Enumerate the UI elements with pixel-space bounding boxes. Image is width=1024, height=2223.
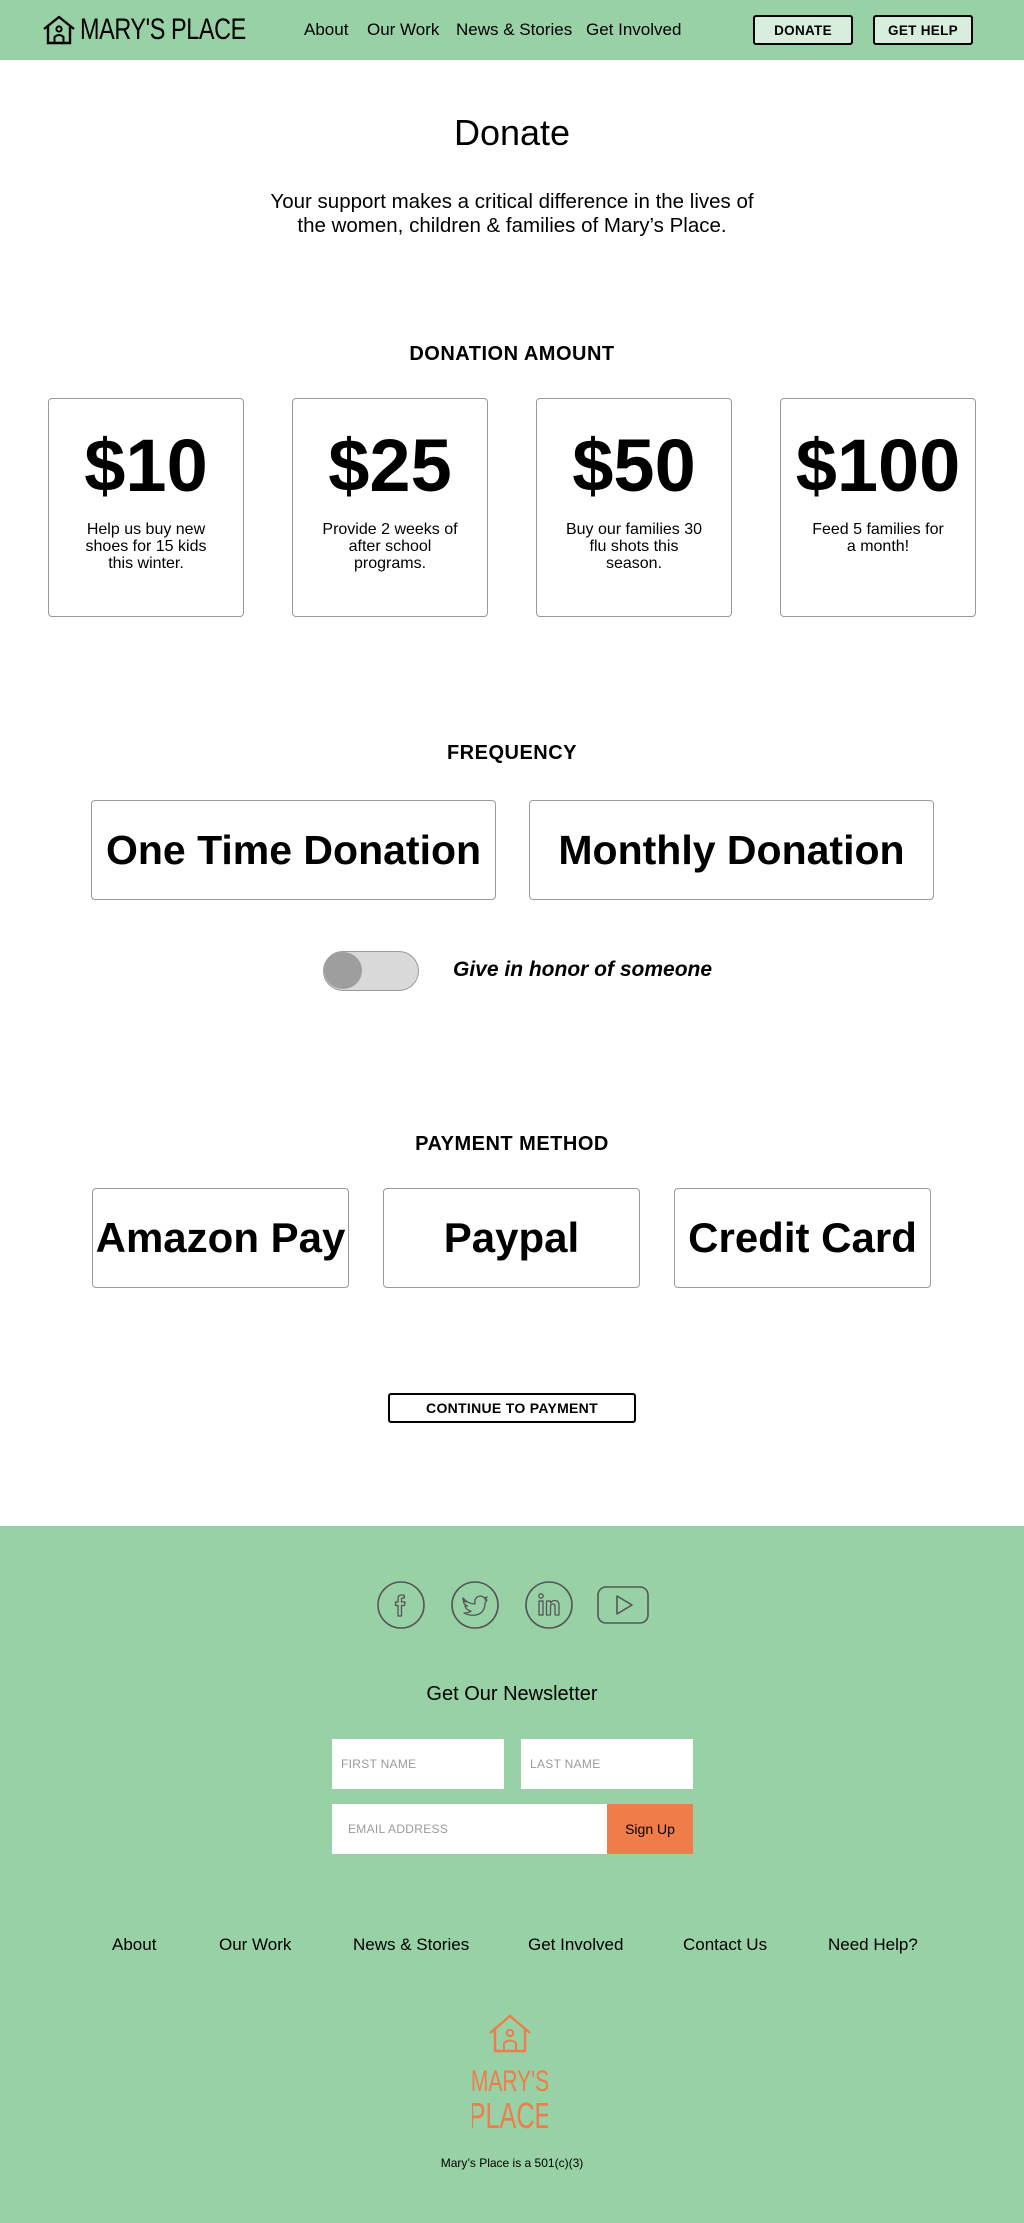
footer-nav-contact-us[interactable]: Contact Us — [683, 1935, 767, 1955]
linkedin-icon[interactable] — [524, 1580, 574, 1630]
amount-description: Feed 5 families for a month! — [812, 521, 944, 555]
amount-description: Buy our families 30 flu shots this seaso… — [565, 521, 703, 572]
email-input[interactable] — [332, 1804, 607, 1854]
logo-text: MARY'S PLACE — [80, 13, 246, 46]
honor-toggle-label: Give in honor of someone — [453, 958, 713, 981]
page-subtitle: Your support makes a critical difference… — [270, 190, 754, 237]
amount-value: $50 — [572, 424, 696, 507]
footer-logo-line1: MARY'S — [472, 2066, 548, 2098]
payment-method-heading: PAYMENT METHOD — [415, 1133, 609, 1155]
page-title: Donate — [453, 112, 571, 153]
first-name-input[interactable] — [332, 1739, 504, 1789]
nav-about[interactable]: About — [304, 20, 348, 40]
footer-logo[interactable]: MARY'S PLACE — [469, 2011, 551, 2136]
footer-nav-get-involved[interactable]: Get Involved — [528, 1935, 623, 1955]
amount-option-25[interactable]: $25 Provide 2 weeks of after school prog… — [292, 398, 488, 617]
house-logo-icon — [489, 2014, 531, 2053]
site-header: MARY'S PLACE About Our Work News & Stori… — [0, 0, 1024, 60]
amazon-pay-option[interactable]: Amazon Pay — [92, 1188, 349, 1288]
amount-value: $25 — [328, 424, 452, 507]
site-logo[interactable]: MARY'S PLACE — [42, 13, 293, 46]
last-name-input[interactable] — [521, 1739, 693, 1789]
paypal-option[interactable]: Paypal — [383, 1188, 640, 1288]
footer-logo-line2: PLACE — [472, 2096, 548, 2136]
amount-value: $10 — [84, 424, 208, 507]
youtube-icon[interactable] — [596, 1580, 650, 1630]
newsletter-title: Get Our Newsletter — [426, 1683, 598, 1705]
footer-nav-about[interactable]: About — [112, 1935, 156, 1955]
facebook-icon[interactable] — [376, 1580, 426, 1630]
donation-amount-heading: DONATION AMOUNT — [409, 343, 615, 365]
nav-get-involved[interactable]: Get Involved — [586, 20, 681, 40]
one-time-donation-option[interactable]: One Time Donation — [91, 800, 496, 900]
honor-toggle[interactable] — [323, 951, 419, 991]
amount-option-50[interactable]: $50 Buy our families 30 flu shots this s… — [536, 398, 732, 617]
frequency-heading: FREQUENCY — [446, 742, 578, 764]
monthly-donation-option[interactable]: Monthly Donation — [529, 800, 934, 900]
twitter-icon[interactable] — [450, 1580, 500, 1630]
footer-nav-news-stories[interactable]: News & Stories — [353, 1935, 469, 1955]
amount-description: Help us buy new shoes for 15 kids this w… — [85, 521, 207, 572]
footer-nav-our-work[interactable]: Our Work — [219, 1935, 291, 1955]
amount-description: Provide 2 weeks of after school programs… — [322, 521, 458, 572]
credit-card-option[interactable]: Credit Card — [674, 1188, 931, 1288]
header-donate-button[interactable]: DONATE — [753, 15, 853, 45]
nav-our-work[interactable]: Our Work — [367, 20, 439, 40]
amount-option-100[interactable]: $100 Feed 5 families for a month! — [780, 398, 976, 617]
header-get-help-button[interactable]: GET HELP — [873, 15, 973, 45]
nonprofit-note: Mary’s Place is a 501(c)(3) — [440, 2156, 584, 2170]
amount-value: $100 — [795, 424, 961, 507]
house-logo-icon — [43, 15, 75, 45]
toggle-knob — [324, 952, 362, 989]
continue-to-payment-button[interactable]: CONTINUE TO PAYMENT — [388, 1393, 636, 1423]
amount-option-10[interactable]: $10 Help us buy new shoes for 15 kids th… — [48, 398, 244, 617]
site-footer: Get Our Newsletter Sign Up About Our Wor… — [0, 1526, 1024, 2223]
nav-news-stories[interactable]: News & Stories — [456, 20, 572, 40]
footer-nav-need-help[interactable]: Need Help? — [828, 1935, 918, 1955]
signup-button[interactable]: Sign Up — [607, 1804, 693, 1854]
